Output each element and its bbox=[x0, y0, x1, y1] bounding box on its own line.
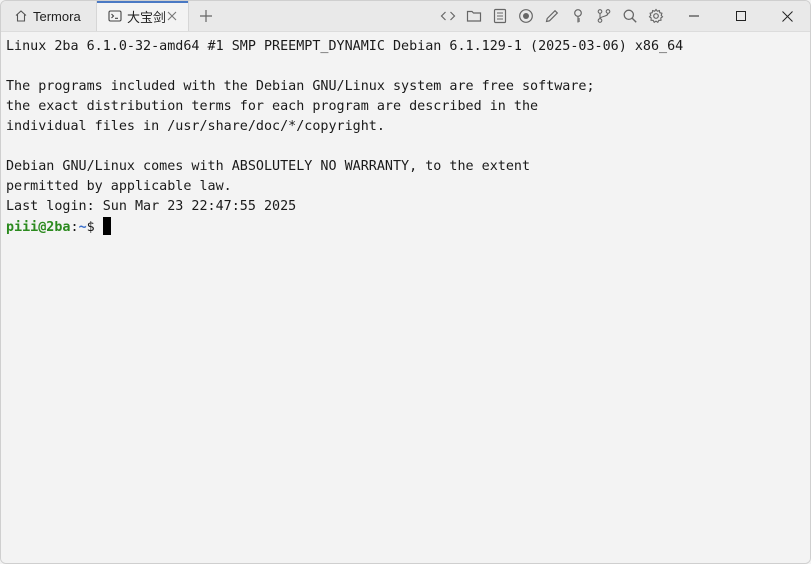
terminal-line: Debian GNU/Linux comes with ABSOLUTELY N… bbox=[6, 159, 531, 174]
maximize-button[interactable] bbox=[718, 1, 764, 31]
tab-active-session[interactable]: 大宝剑 bbox=[96, 1, 189, 31]
tab-label: 大宝剑 bbox=[127, 9, 167, 25]
gear-icon[interactable] bbox=[648, 8, 664, 24]
prompt-user-host: piii@2ba bbox=[6, 220, 71, 235]
terminal-line: the exact distribution terms for each pr… bbox=[6, 99, 539, 114]
pen-icon[interactable] bbox=[544, 8, 560, 24]
document-icon[interactable] bbox=[492, 8, 508, 24]
prompt-path: ~ bbox=[78, 220, 87, 235]
maximize-icon bbox=[736, 11, 746, 21]
terminal-line: individual files in /usr/share/doc/*/cop… bbox=[6, 119, 385, 134]
terminal-line: permitted by applicable law. bbox=[6, 179, 232, 194]
terminal-output[interactable]: Linux 2ba 6.1.0-32-amd64 #1 SMP PREEMPT_… bbox=[1, 32, 810, 563]
terminal-line: The programs included with the Debian GN… bbox=[6, 79, 595, 94]
shell-prompt[interactable]: piii@2ba:~$ bbox=[6, 217, 111, 237]
prompt-symbol: $ bbox=[86, 220, 95, 235]
code-icon[interactable] bbox=[440, 8, 456, 24]
prompt-separator: : bbox=[70, 220, 79, 235]
text-cursor bbox=[102, 217, 111, 235]
close-button[interactable] bbox=[764, 1, 810, 31]
terminal-line: Last login: Sun Mar 23 22:47:55 2025 bbox=[6, 199, 297, 214]
folder-icon[interactable] bbox=[466, 8, 482, 24]
terminal-icon bbox=[108, 9, 122, 23]
tab-label: Termora bbox=[33, 8, 81, 24]
terminal-line: Linux 2ba 6.1.0-32-amd64 #1 SMP PREEMPT_… bbox=[6, 39, 684, 54]
record-icon[interactable] bbox=[518, 8, 534, 24]
minimize-button[interactable] bbox=[671, 1, 717, 31]
home-icon bbox=[14, 9, 28, 23]
new-tab-button[interactable] bbox=[198, 8, 214, 24]
terminal-window: Termora 大宝剑 Linux 2ba 6.1.0-32-amd64 #1 … bbox=[0, 0, 811, 564]
title-bar: Termora 大宝剑 bbox=[1, 1, 810, 32]
tab-termora[interactable]: Termora bbox=[1, 1, 95, 31]
search-icon[interactable] bbox=[622, 8, 638, 24]
close-tab-icon[interactable] bbox=[165, 9, 179, 23]
key-icon[interactable] bbox=[570, 8, 586, 24]
close-icon bbox=[781, 10, 793, 22]
minimize-icon bbox=[689, 11, 699, 21]
branch-icon[interactable] bbox=[596, 8, 612, 24]
